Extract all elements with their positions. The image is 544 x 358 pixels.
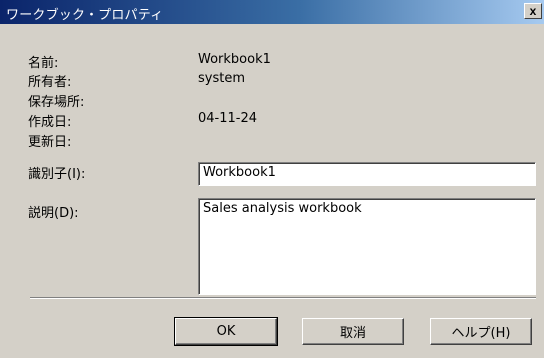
location-label: 保存場所: <box>28 95 85 110</box>
ok-button[interactable]: OK <box>174 317 278 346</box>
help-button-label: ヘルプ(H) <box>451 326 511 341</box>
cancel-button[interactable]: 取消 <box>302 318 404 345</box>
description-textarea[interactable]: Sales analysis workbook <box>198 198 536 295</box>
window-title: ワークブック・プロパティ <box>6 8 164 23</box>
close-button[interactable]: x <box>524 3 542 19</box>
owner-value: system <box>198 71 245 86</box>
identifier-label: 識別子(I): <box>28 167 86 182</box>
ok-button-label: OK <box>216 324 236 339</box>
created-label: 作成日: <box>28 115 72 130</box>
title-bar[interactable]: ワークブック・プロパティ x <box>0 0 544 24</box>
description-label: 説明(D): <box>28 206 79 221</box>
modified-label: 更新日: <box>28 135 72 150</box>
name-value: Workbook1 <box>198 52 271 67</box>
separator-line <box>30 297 536 299</box>
owner-label: 所有者: <box>28 75 72 90</box>
cancel-button-label: 取消 <box>339 326 366 341</box>
close-icon: x <box>529 4 537 18</box>
name-label: 名前: <box>28 56 59 71</box>
workbook-properties-dialog: ワークブック・プロパティ x 名前: Workbook1 所有者: system… <box>0 0 544 358</box>
identifier-input[interactable]: Workbook1 <box>198 162 536 186</box>
help-button[interactable]: ヘルプ(H) <box>430 318 532 345</box>
created-value: 04-11-24 <box>198 111 258 126</box>
